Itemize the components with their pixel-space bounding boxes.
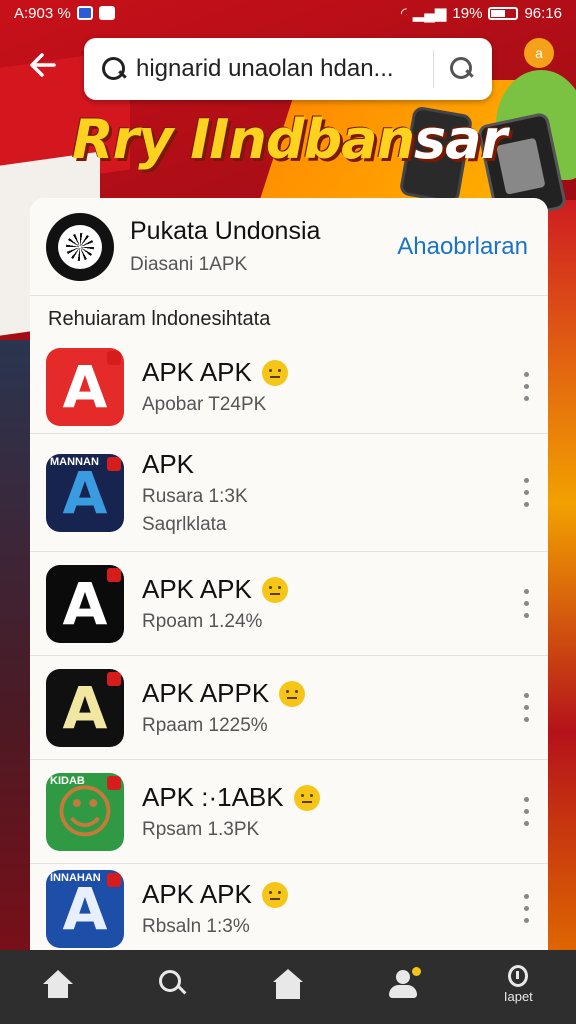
app-subtitle: Apobar T24PK [142, 394, 267, 415]
app-icon-corner-badge [107, 456, 121, 471]
nav-search[interactable] [138, 954, 208, 1014]
search-input[interactable]: hignarid unaolan hdan... [136, 55, 419, 83]
back-arrow-icon[interactable] [28, 50, 64, 86]
search-submit-icon[interactable] [448, 55, 476, 83]
app-list-card: Pukata Undonsia Diasani 1APK Ahaobrlaran… [30, 198, 548, 950]
app-subtitle: Rusara 1:3K [142, 486, 248, 507]
more-options-icon[interactable] [524, 588, 530, 619]
app-name-text: APK APPK [142, 678, 270, 708]
app-subtitle-2: Saqrlklata [142, 514, 227, 535]
nav-home[interactable] [23, 954, 93, 1014]
app-icon-tag: INNAHAN [50, 871, 101, 884]
status-left-text: A:903 % [14, 4, 71, 22]
battery-percent: 19% [452, 4, 483, 22]
app-list-item[interactable]: A INNAHAN APK APK Rbsaln 1:3% [30, 864, 548, 950]
emoji-icon [261, 576, 288, 603]
battery-icon [488, 6, 519, 20]
app-name: APK APK [142, 879, 524, 910]
store-header: Pukata Undonsia Diasani 1APK Ahaobrlaran [30, 198, 548, 296]
more-options-icon[interactable] [524, 477, 530, 508]
emoji-icon [261, 881, 288, 908]
emoji-icon [293, 784, 320, 811]
search-icon [158, 970, 187, 998]
app-icon-tag: KIDAB [50, 774, 85, 787]
app-icon: A [46, 668, 124, 747]
app-icon: A MANNAN [46, 453, 124, 532]
clock: 96:16 [524, 4, 562, 22]
app-list-item[interactable]: A APK APPK Rpaam 1225% [30, 656, 548, 760]
bottom-nav: Iapet [0, 950, 576, 1024]
notification-icon [98, 6, 115, 20]
banner-title-a: Rry IIndban [72, 108, 415, 171]
search-icon [100, 55, 128, 83]
app-name-text: APK :·1ABK [142, 782, 284, 812]
app-name: APK [142, 449, 524, 480]
more-options-icon[interactable] [524, 692, 530, 723]
app-name: APK APK [142, 574, 524, 605]
app-list-item[interactable]: A APK APK Apobar T24PK [30, 340, 548, 434]
emoji-icon [261, 359, 288, 386]
app-icon: A [46, 347, 124, 426]
nav-lapet[interactable]: Iapet [483, 954, 553, 1014]
store-action-link[interactable]: Ahaobrlaran [397, 233, 528, 261]
app-subtitle: Rpoam 1.24% [142, 611, 263, 632]
app-list-item[interactable]: A APK APK Rpoam 1.24% [30, 552, 548, 656]
app-icon-corner-badge [107, 671, 121, 686]
app-icon-corner-badge [107, 567, 121, 582]
shield-icon [76, 6, 93, 20]
app-icon-corner-badge [107, 350, 121, 365]
badge[interactable]: a [524, 38, 554, 68]
status-bar: A:903 % ◜ ▂▄▆ 19% 96:16 [0, 0, 576, 26]
store-subtitle: Diasani 1APK [130, 254, 248, 275]
search-bar[interactable]: hignarid unaolan hdan... [84, 38, 492, 100]
more-options-icon[interactable] [524, 893, 530, 924]
more-options-icon[interactable] [524, 796, 530, 827]
app-name: APK APPK [142, 678, 524, 709]
signal-icon: ▂▄▆ [412, 5, 447, 22]
wifi-icon: ◜ [400, 5, 407, 22]
emoji-icon [279, 680, 306, 707]
app-subtitle: Rbsaln 1:3% [142, 916, 250, 937]
nav-profile[interactable] [368, 954, 438, 1014]
profile-icon [387, 967, 422, 999]
app-name-text: APK APK [142, 879, 252, 909]
app-list: A APK APK Apobar T24PK A MANNAN APK Rusara 1:3… [30, 340, 548, 950]
banner-title-b: sar [414, 108, 507, 171]
lapet-icon [508, 964, 529, 987]
app-name: APK APK [142, 357, 524, 388]
more-options-icon[interactable] [524, 371, 530, 402]
app-name: APK :·1ABK [142, 782, 524, 813]
app-list-item[interactable]: ☺ KIDAB APK :·1ABK Rpsam 1.3PK [30, 760, 548, 864]
app-icon-tag: MANNAN [50, 455, 99, 468]
app-list-item[interactable]: A MANNAN APK Rusara 1:3K Saqrlklata [30, 434, 548, 552]
app-name-text: APK APK [142, 574, 252, 604]
app-icon-corner-badge [107, 872, 121, 887]
banner-title: Rry IIndbansar [72, 108, 507, 171]
right-decor [546, 200, 576, 960]
store-icon [272, 969, 303, 999]
app-name-text: APK [142, 449, 195, 479]
app-icon: A [46, 564, 124, 643]
top-bar: hignarid unaolan hdan... [0, 38, 576, 102]
search-divider [433, 50, 434, 88]
app-subtitle: Rpsam 1.3PK [142, 819, 260, 840]
section-title: Rehuiaram lndonesihtata [48, 308, 271, 330]
store-title: Pukata Undonsia [130, 217, 321, 245]
home-icon [42, 970, 73, 998]
app-icon: A INNAHAN [46, 869, 124, 948]
app-icon-corner-badge [107, 775, 121, 790]
nav-store[interactable] [253, 954, 323, 1014]
app-icon: ☺ KIDAB [46, 772, 124, 851]
store-logo [46, 212, 114, 281]
nav-lapet-label: Iapet [503, 988, 533, 1004]
app-subtitle: Rpaam 1225% [142, 715, 268, 736]
app-name-text: APK APK [142, 357, 252, 387]
